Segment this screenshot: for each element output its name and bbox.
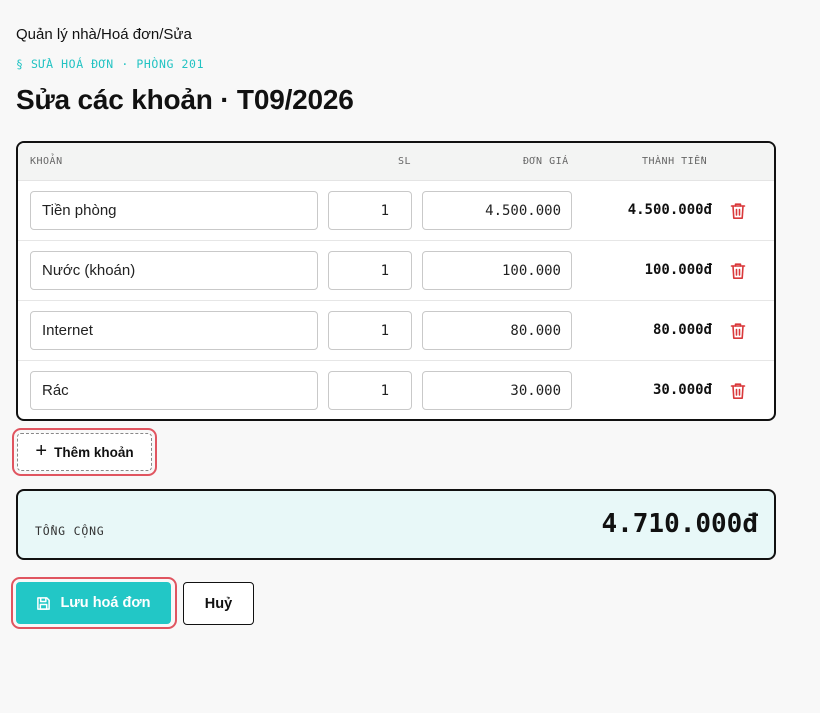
total-summary: TỔNG CỘNG 4.710.000đ bbox=[16, 489, 776, 560]
table-header: KHOẢN SL ĐƠN GIÁ THÀNH TIỀN bbox=[18, 143, 774, 181]
trash-icon[interactable] bbox=[730, 202, 746, 220]
item-price-input[interactable]: 80.000 bbox=[422, 311, 572, 350]
section-eyebrow: § SỬA HOÁ ĐƠN · PHÒNG 201 bbox=[16, 57, 205, 71]
trash-icon[interactable] bbox=[730, 262, 746, 280]
item-price-input[interactable]: 4.500.000 bbox=[422, 191, 572, 230]
add-item-button[interactable]: + Thêm khoản bbox=[17, 433, 152, 471]
item-line-total: 4.500.000đ bbox=[627, 202, 712, 218]
item-line-total: 80.000đ bbox=[652, 322, 712, 338]
total-label: TỔNG CỘNG bbox=[35, 524, 105, 538]
table-row: Rác 1 30.000 30.000đ bbox=[18, 361, 774, 419]
breadcrumb: Quản lý nhà/Hoá đơn/Sửa bbox=[16, 26, 192, 43]
total-value: 4.710.000đ bbox=[601, 509, 758, 539]
table-row: Internet 1 80.000 80.000đ bbox=[18, 301, 774, 361]
plus-icon: + bbox=[35, 440, 48, 462]
item-qty-input[interactable]: 1 bbox=[328, 191, 412, 230]
header-price: ĐƠN GIÁ bbox=[523, 156, 569, 167]
item-name-input[interactable]: Nước (khoán) bbox=[30, 251, 318, 290]
trash-icon[interactable] bbox=[730, 322, 746, 340]
floppy-disk-icon bbox=[37, 596, 51, 610]
add-item-label: Thêm khoản bbox=[54, 444, 134, 460]
page-title: Sửa các khoản · T09/2026 bbox=[16, 84, 354, 115]
item-name-input[interactable]: Tiền phòng bbox=[30, 191, 318, 230]
save-label: Lưu hoá đơn bbox=[60, 595, 151, 611]
trash-icon[interactable] bbox=[730, 382, 746, 400]
item-name-input[interactable]: Rác bbox=[30, 371, 318, 410]
table-row: Tiền phòng 1 4.500.000 4.500.000đ bbox=[18, 181, 774, 241]
header-qty: SL bbox=[398, 156, 412, 167]
item-name-input[interactable]: Internet bbox=[30, 311, 318, 350]
header-total: THÀNH TIỀN bbox=[642, 156, 708, 167]
items-table: KHOẢN SL ĐƠN GIÁ THÀNH TIỀN Tiền phòng 1… bbox=[16, 141, 776, 421]
save-invoice-button[interactable]: Lưu hoá đơn bbox=[16, 582, 171, 624]
item-qty-input[interactable]: 1 bbox=[328, 251, 412, 290]
item-line-total: 100.000đ bbox=[644, 262, 712, 278]
cancel-button[interactable]: Huỷ bbox=[183, 582, 254, 625]
item-price-input[interactable]: 30.000 bbox=[422, 371, 572, 410]
item-qty-input[interactable]: 1 bbox=[328, 311, 412, 350]
header-item: KHOẢN bbox=[30, 156, 63, 167]
table-row: Nước (khoán) 1 100.000 100.000đ bbox=[18, 241, 774, 301]
item-qty-input[interactable]: 1 bbox=[328, 371, 412, 410]
item-line-total: 30.000đ bbox=[652, 382, 712, 398]
item-price-input[interactable]: 100.000 bbox=[422, 251, 572, 290]
